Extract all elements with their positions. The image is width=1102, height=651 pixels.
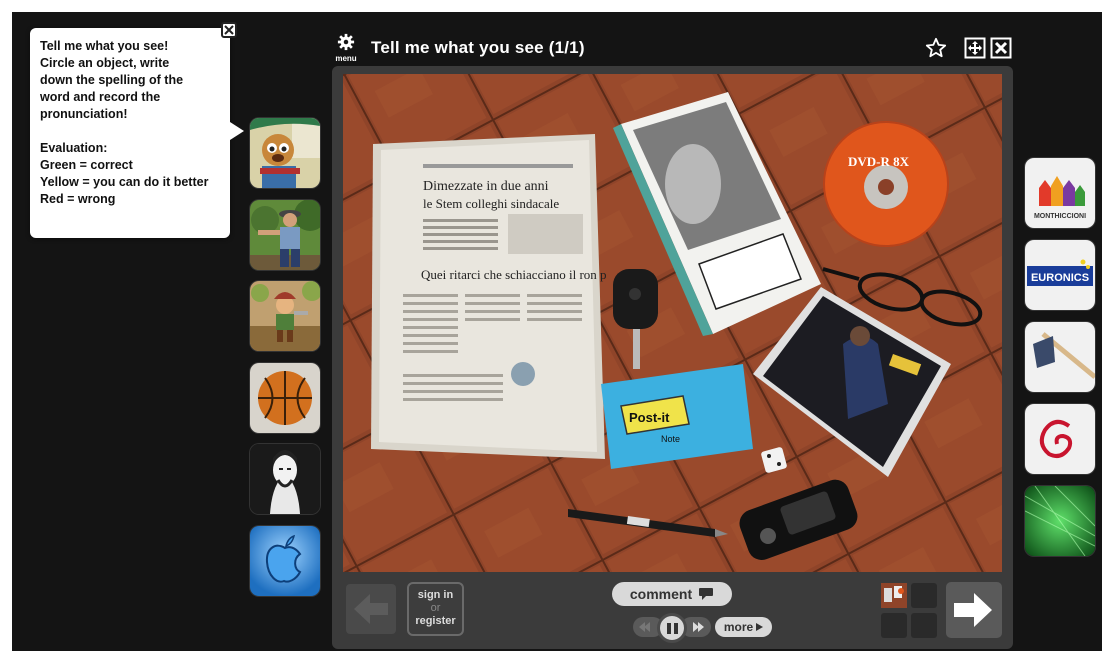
tooltip-line: word and record the (40, 90, 161, 104)
close-icon (224, 25, 234, 35)
sponsor-green-abstract[interactable] (1025, 486, 1095, 556)
apple-logo-image (250, 526, 320, 596)
register-label: register (415, 615, 456, 627)
triangle-right-icon (756, 623, 764, 631)
main-photo[interactable]: Dimezzate in due anni le Stem colleghi s… (343, 74, 1002, 572)
tooltip-line: Tell me what you see! (40, 39, 169, 53)
instructions-tooltip: Tell me what you see! Circle an object, … (30, 28, 244, 238)
hoe-image (1025, 322, 1095, 392)
image-selector-slot[interactable] (911, 613, 937, 638)
more-button[interactable]: more (715, 617, 772, 637)
euronics-label: EURONICS (1031, 272, 1089, 284)
current-image-thumb (881, 583, 907, 608)
tooltip-line: Yellow = you can do it better (40, 175, 209, 189)
newspaper-object: Dimezzate in due anni le Stem colleghi s… (371, 134, 607, 459)
tooltip-line: Green = correct (40, 158, 133, 172)
or-label: or (430, 602, 441, 614)
arrow-left-icon (354, 594, 388, 624)
pause-icon (666, 622, 671, 634)
newspaper-headline-3: Quei ritarci che schiacciano il ron p (421, 267, 607, 282)
arrow-right-icon (954, 593, 992, 627)
previous-button[interactable] (346, 584, 396, 634)
tooltip-line: pronunciation! (40, 107, 128, 121)
signin-label: sign in (417, 589, 454, 601)
euronics-logo: EURONICS (1025, 240, 1095, 310)
pause-icon (673, 622, 678, 634)
signin-register-button[interactable]: sign in or register (407, 582, 464, 636)
farmer-image (250, 200, 320, 270)
fullscreen-icon (964, 37, 986, 59)
image-selector-slot[interactable] (881, 613, 907, 638)
cartoon-dog-image (250, 118, 320, 188)
thumbnail-farmer[interactable] (250, 200, 320, 270)
playback-controls (633, 613, 713, 643)
menu-button[interactable]: menu (332, 33, 360, 63)
more-label: more (723, 620, 754, 634)
newspaper-headline-1: Dimezzate in due anni (423, 179, 549, 194)
dvd-label: DVD-R 8X (848, 154, 910, 169)
sponsor-hoe[interactable] (1025, 322, 1095, 392)
tooltip-line: Circle an object, write (40, 56, 170, 70)
tooltip-gap (40, 123, 220, 140)
thumbnail-cartoon-warrior[interactable] (250, 281, 320, 351)
postit-sub-label: Note (661, 434, 680, 444)
thumbnail-cartoon-dog[interactable] (250, 118, 320, 188)
pause-button[interactable] (657, 613, 687, 643)
fullscreen-button[interactable] (964, 37, 986, 59)
still-life-photo: Dimezzate in due anni le Stem colleghi s… (343, 74, 1002, 572)
dvd-object: DVD-R 8X (823, 121, 949, 247)
sponsor-euronics[interactable]: EURONICS (1025, 240, 1095, 310)
page-title: Tell me what you see (1/1) (371, 38, 585, 57)
image-selector-thumb[interactable] (881, 583, 907, 608)
menu-label: menu (335, 54, 357, 63)
tooltip-line: down the spelling of the (40, 73, 184, 87)
portrait-drawing-image (250, 444, 320, 514)
thumbnail-apple-logo[interactable] (250, 526, 320, 596)
cartoon-warrior-image (250, 281, 320, 351)
basketball-image (250, 363, 320, 433)
gear-icon (337, 33, 355, 51)
image-selector-grid (881, 583, 939, 639)
thumbnail-portrait-drawing[interactable] (250, 444, 320, 514)
comment-label: comment (629, 586, 693, 602)
next-button[interactable] (946, 582, 1002, 638)
green-abstract-image (1025, 486, 1095, 556)
speech-bubble-icon (699, 588, 714, 600)
image-selector-slot[interactable] (911, 583, 937, 608)
monthiccioni-label: MONTHICCIONI (1034, 213, 1086, 220)
star-icon (925, 37, 947, 58)
tooltip-close-button[interactable] (221, 22, 237, 38)
close-button[interactable] (990, 37, 1012, 59)
favorite-button[interactable] (925, 37, 947, 59)
tooltip-line: Red = wrong (40, 192, 116, 206)
postit-label: Post-it (629, 410, 670, 425)
debian-swirl-logo (1025, 404, 1095, 474)
sponsor-monthiccioni[interactable]: MONTHICCIONI (1025, 158, 1095, 228)
newspaper-headline-2: le Stem colleghi sindacale (423, 196, 559, 211)
thumbnail-basketball[interactable] (250, 363, 320, 433)
comment-button[interactable]: comment (612, 582, 732, 606)
tooltip-line: Evaluation: (40, 141, 108, 155)
close-icon (990, 37, 1012, 59)
monthiccioni-logo: MONTHICCIONI (1025, 158, 1095, 228)
sponsor-debian[interactable] (1025, 404, 1095, 474)
